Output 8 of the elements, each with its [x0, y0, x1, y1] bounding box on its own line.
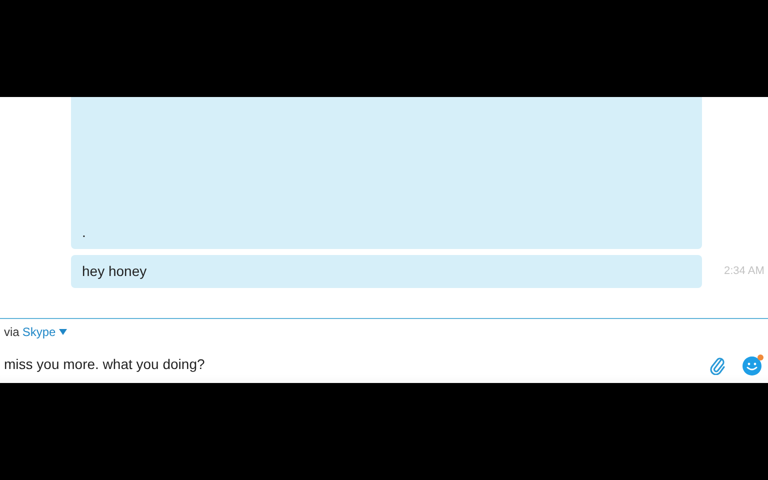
via-label: via — [4, 324, 20, 341]
message-time: 2:34 AM — [724, 264, 764, 280]
emoji-icon[interactable] — [742, 354, 764, 376]
caret-icon[interactable] — [58, 329, 67, 335]
service-selector[interactable]: Skype — [22, 323, 56, 341]
message-bubble: hey honey — [71, 255, 702, 288]
message-input[interactable]: miss you more. what you doing? — [4, 354, 710, 375]
message-bubble: . — [71, 97, 702, 249]
